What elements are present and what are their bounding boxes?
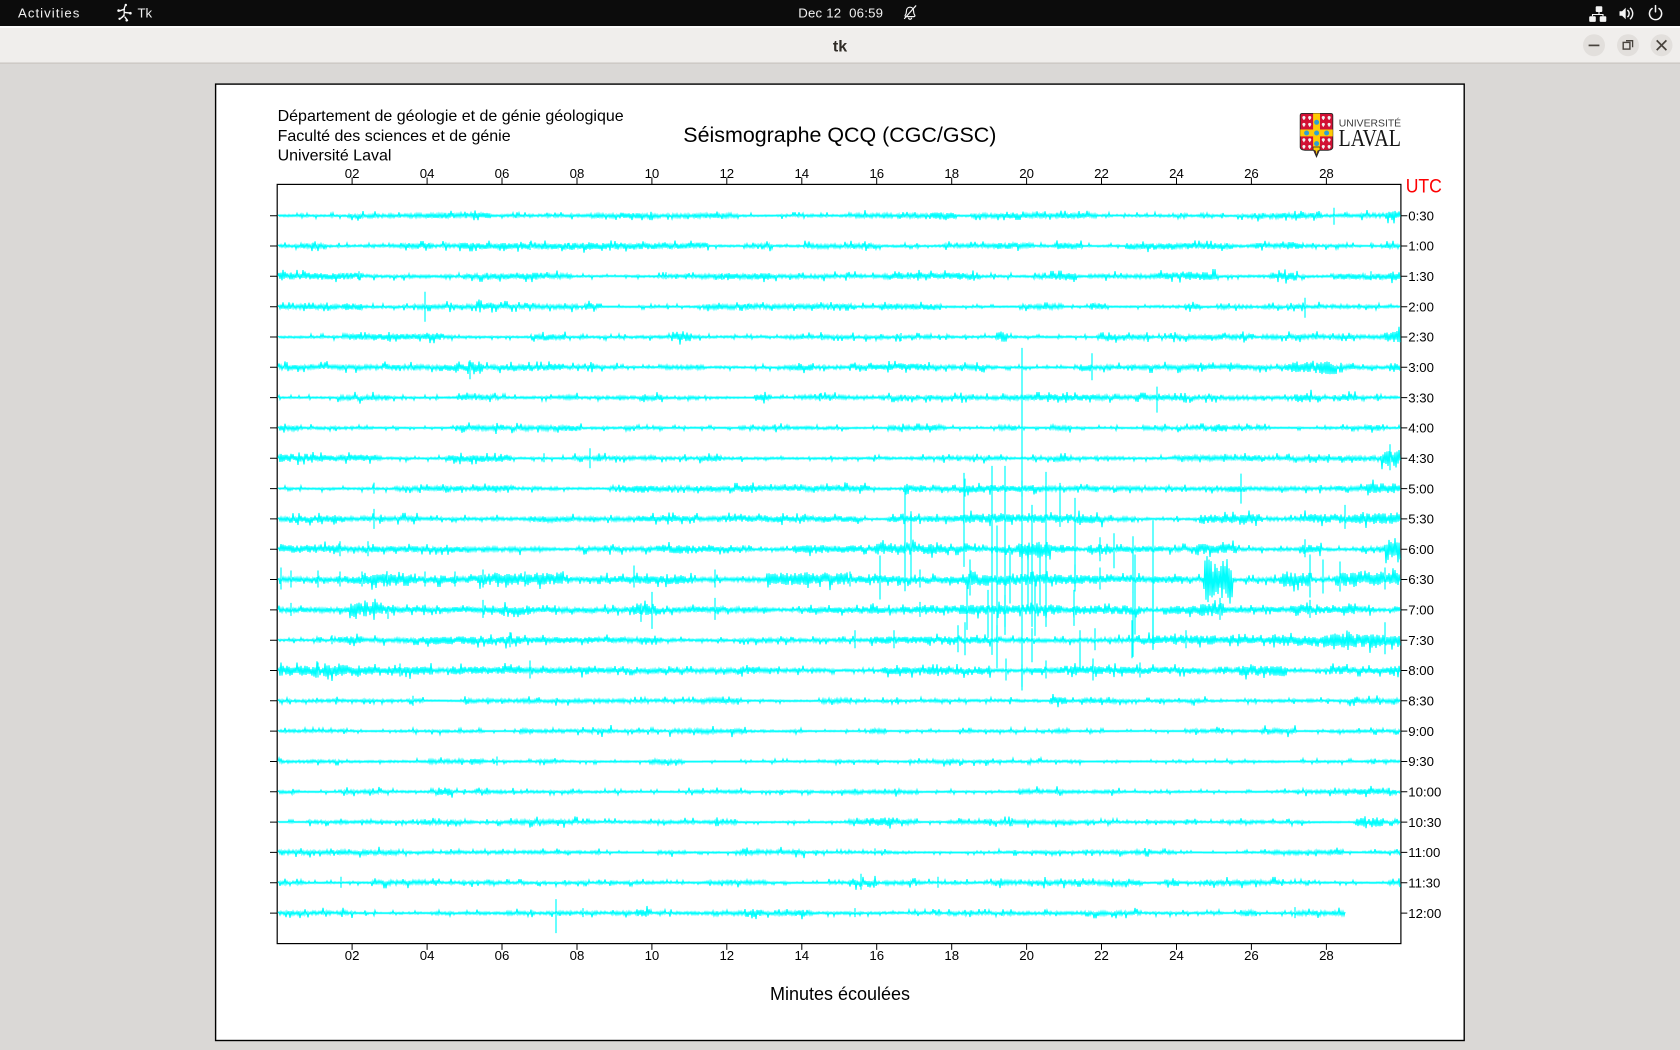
svg-text:02: 02	[345, 948, 360, 963]
svg-text:14: 14	[794, 948, 809, 963]
svg-text:1:30: 1:30	[1408, 269, 1434, 284]
svg-text:Tk: Tk	[138, 6, 153, 21]
svg-text:8:30: 8:30	[1408, 694, 1434, 709]
svg-text:10:00: 10:00	[1408, 785, 1441, 800]
svg-text:20: 20	[1019, 948, 1034, 963]
svg-text:6:30: 6:30	[1408, 572, 1434, 587]
svg-text:06: 06	[495, 948, 510, 963]
svg-text:11:00: 11:00	[1408, 845, 1440, 860]
svg-text:3:00: 3:00	[1408, 360, 1434, 375]
svg-text:12: 12	[719, 948, 734, 963]
svg-text:6:00: 6:00	[1408, 542, 1434, 557]
svg-text:9:00: 9:00	[1408, 724, 1434, 739]
svg-text:3:30: 3:30	[1408, 390, 1434, 405]
svg-text:LAVAL: LAVAL	[1339, 125, 1402, 152]
svg-text:5:00: 5:00	[1408, 481, 1434, 496]
svg-text:Minutes écoulées: Minutes écoulées	[770, 984, 910, 1004]
svg-text:11:30: 11:30	[1408, 875, 1440, 890]
svg-text:UTC: UTC	[1406, 176, 1442, 198]
svg-text:04: 04	[420, 948, 435, 963]
svg-text:24: 24	[1169, 948, 1184, 963]
svg-text:28: 28	[1319, 948, 1334, 963]
svg-text:18: 18	[944, 948, 959, 963]
svg-text:12:00: 12:00	[1408, 906, 1441, 921]
svg-text:08: 08	[570, 948, 585, 963]
svg-text:Faculté des sciences et de gén: Faculté des sciences et de génie	[278, 128, 511, 145]
svg-text:7:30: 7:30	[1408, 633, 1434, 648]
svg-text:10:30: 10:30	[1408, 815, 1441, 830]
svg-text:16: 16	[869, 948, 884, 963]
svg-text:4:00: 4:00	[1408, 421, 1434, 436]
svg-text:8:00: 8:00	[1408, 663, 1434, 678]
svg-text:1:00: 1:00	[1408, 239, 1434, 254]
svg-text:Séismographe QCQ (CGC/GSC): Séismographe QCQ (CGC/GSC)	[683, 123, 996, 147]
svg-text:2:30: 2:30	[1408, 330, 1434, 345]
svg-text:2:00: 2:00	[1408, 299, 1434, 314]
svg-text:Dec 12 06:59: Dec 12 06:59	[798, 6, 883, 21]
svg-text:4:30: 4:30	[1408, 451, 1434, 466]
svg-text:7:00: 7:00	[1408, 603, 1434, 618]
svg-text:Université Laval: Université Laval	[278, 147, 392, 164]
svg-text:5:30: 5:30	[1408, 512, 1434, 527]
svg-text:0:30: 0:30	[1408, 208, 1434, 223]
svg-text:26: 26	[1244, 948, 1259, 963]
svg-text:9:30: 9:30	[1408, 754, 1434, 769]
svg-text:Département de géologie et de: Département de géologie et de génie géol…	[278, 108, 624, 125]
svg-text:10: 10	[645, 948, 660, 963]
svg-text:Activities: Activities	[18, 6, 80, 21]
svg-text:tk: tk	[833, 38, 847, 55]
svg-text:22: 22	[1094, 948, 1109, 963]
